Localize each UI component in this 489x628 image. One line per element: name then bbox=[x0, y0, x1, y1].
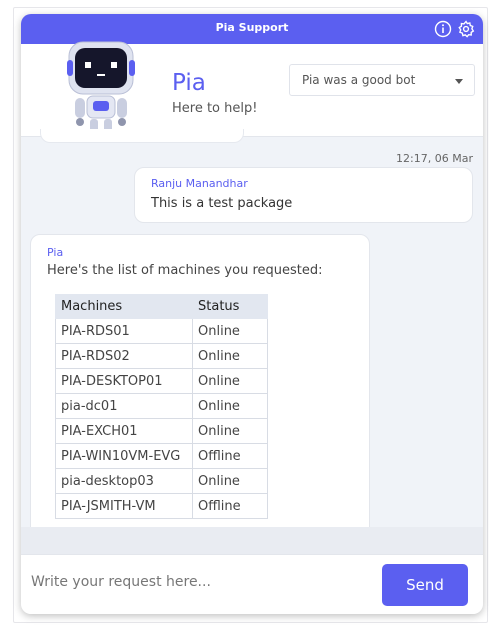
bot-header: Pia Here to help! Pia was a good bot bbox=[21, 41, 483, 139]
bot-message-text: Here's the list of machines you requeste… bbox=[47, 263, 323, 278]
table-row: PIA-DESKTOP01 Online bbox=[55, 368, 268, 394]
machine-name: PIA-JSMITH-VM bbox=[55, 493, 193, 519]
previous-message-bubble bbox=[40, 129, 244, 143]
message-timestamp: 12:17, 06 Mar bbox=[396, 152, 473, 165]
chat-widget: Pia Support Pia Here to help! Pia was a … bbox=[21, 14, 483, 614]
table-header-row: Machines Status bbox=[55, 294, 268, 319]
machine-status: Online bbox=[192, 418, 268, 444]
user-message-author: Ranju Manandhar bbox=[151, 177, 248, 190]
chat-area[interactable]: 12:17, 06 Mar Ranju Manandhar This is a … bbox=[21, 129, 483, 541]
table-row: PIA-JSMITH-VM Offline bbox=[55, 493, 268, 519]
column-header-status: Status bbox=[192, 294, 268, 319]
column-header-machines: Machines bbox=[55, 294, 193, 319]
table-row: PIA-RDS01 Online bbox=[55, 318, 268, 344]
chat-footer-divider bbox=[21, 527, 483, 554]
machine-name: pia-desktop03 bbox=[55, 468, 193, 494]
machine-status: Online bbox=[192, 343, 268, 369]
machine-status: Online bbox=[192, 318, 268, 344]
table-row: PIA-EXCH01 Online bbox=[55, 418, 268, 444]
bot-subtitle: Here to help! bbox=[172, 101, 258, 116]
machine-name: PIA-RDS01 bbox=[55, 318, 193, 344]
table-row: PIA-RDS02 Online bbox=[55, 343, 268, 369]
user-message: Ranju Manandhar This is a test package bbox=[134, 167, 473, 223]
send-button[interactable]: Send bbox=[382, 564, 468, 606]
machine-status: Offline bbox=[192, 443, 268, 469]
table-row: pia-dc01 Online bbox=[55, 393, 268, 419]
gear-icon[interactable] bbox=[457, 20, 475, 38]
bot-name: Pia bbox=[172, 70, 206, 96]
robot-avatar bbox=[67, 41, 135, 139]
bot-message: Pia Here's the list of machines you requ… bbox=[30, 234, 370, 541]
message-composer: Send bbox=[21, 554, 483, 614]
rating-selected-value: Pia was a good bot bbox=[302, 73, 416, 87]
info-icon[interactable] bbox=[434, 20, 452, 38]
request-input[interactable] bbox=[31, 565, 371, 599]
bot-message-author: Pia bbox=[47, 246, 64, 259]
machine-name: PIA-WIN10VM-EVG bbox=[55, 443, 193, 469]
rating-dropdown[interactable]: Pia was a good bot bbox=[289, 64, 475, 96]
machine-status: Online bbox=[192, 393, 268, 419]
machine-status: Online bbox=[192, 368, 268, 394]
chevron-down-icon bbox=[455, 79, 463, 84]
machine-name: PIA-DESKTOP01 bbox=[55, 368, 193, 394]
machine-name: pia-dc01 bbox=[55, 393, 193, 419]
machines-table: Machines Status PIA-RDS01 Online PIA-RDS… bbox=[55, 294, 268, 519]
user-message-text: This is a test package bbox=[151, 196, 293, 211]
table-row: pia-desktop03 Online bbox=[55, 468, 268, 494]
machine-name: PIA-RDS02 bbox=[55, 343, 193, 369]
table-row: PIA-WIN10VM-EVG Offline bbox=[55, 443, 268, 469]
machine-status: Online bbox=[192, 468, 268, 494]
machine-status: Offline bbox=[192, 493, 268, 519]
machine-name: PIA-EXCH01 bbox=[55, 418, 193, 444]
